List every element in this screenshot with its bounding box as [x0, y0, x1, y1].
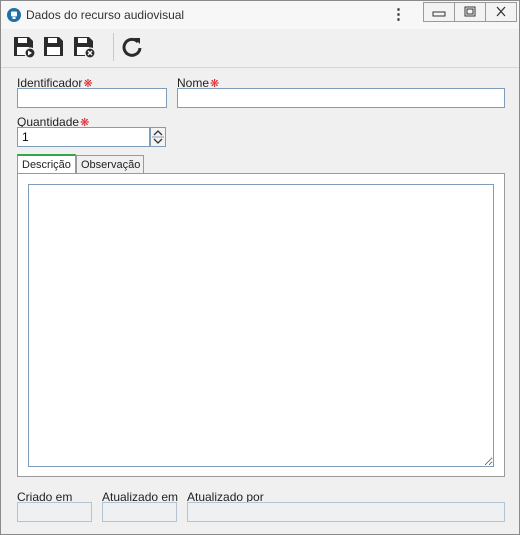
tab-panel: [17, 173, 505, 477]
window: Dados do recurso audiovisual ⋮ Identific…: [0, 0, 520, 535]
save-button[interactable]: [41, 34, 67, 60]
save-icon: [44, 37, 63, 56]
save-plus-icon: [14, 37, 36, 59]
quantidade-field[interactable]: [17, 127, 150, 147]
tab-observacao[interactable]: Observação: [76, 155, 144, 173]
app-icon: [7, 8, 21, 22]
maximize-icon: [464, 6, 476, 17]
minimize-button[interactable]: [424, 3, 455, 21]
tab-descricao[interactable]: Descrição: [17, 154, 76, 174]
save-and-new-button[interactable]: [11, 34, 37, 60]
stepper-arrows-icon: [152, 130, 164, 144]
save-and-close-button[interactable]: [71, 34, 97, 60]
title-bar: Dados do recurso audiovisual ⋮: [1, 1, 519, 29]
minimize-icon: [432, 11, 446, 17]
save-close-icon: [74, 37, 96, 59]
atualizado-em-field: [102, 502, 177, 522]
maximize-button[interactable]: [455, 3, 486, 21]
quantity-stepper[interactable]: [150, 127, 166, 147]
refresh-icon: [122, 37, 142, 57]
window-title: Dados do recurso audiovisual: [26, 8, 185, 22]
close-button[interactable]: [486, 3, 516, 21]
criado-em-field: [17, 502, 92, 522]
window-controls: [423, 2, 517, 22]
close-icon: [496, 6, 506, 17]
toolbar: [1, 29, 519, 68]
nome-field[interactable]: [177, 88, 505, 108]
refresh-button[interactable]: [119, 34, 145, 60]
identificador-field[interactable]: [17, 88, 167, 108]
toolbar-separator: [113, 33, 114, 61]
more-options-icon[interactable]: ⋮: [391, 6, 406, 24]
descricao-textarea[interactable]: [28, 184, 494, 467]
atualizado-por-field: [187, 502, 505, 522]
